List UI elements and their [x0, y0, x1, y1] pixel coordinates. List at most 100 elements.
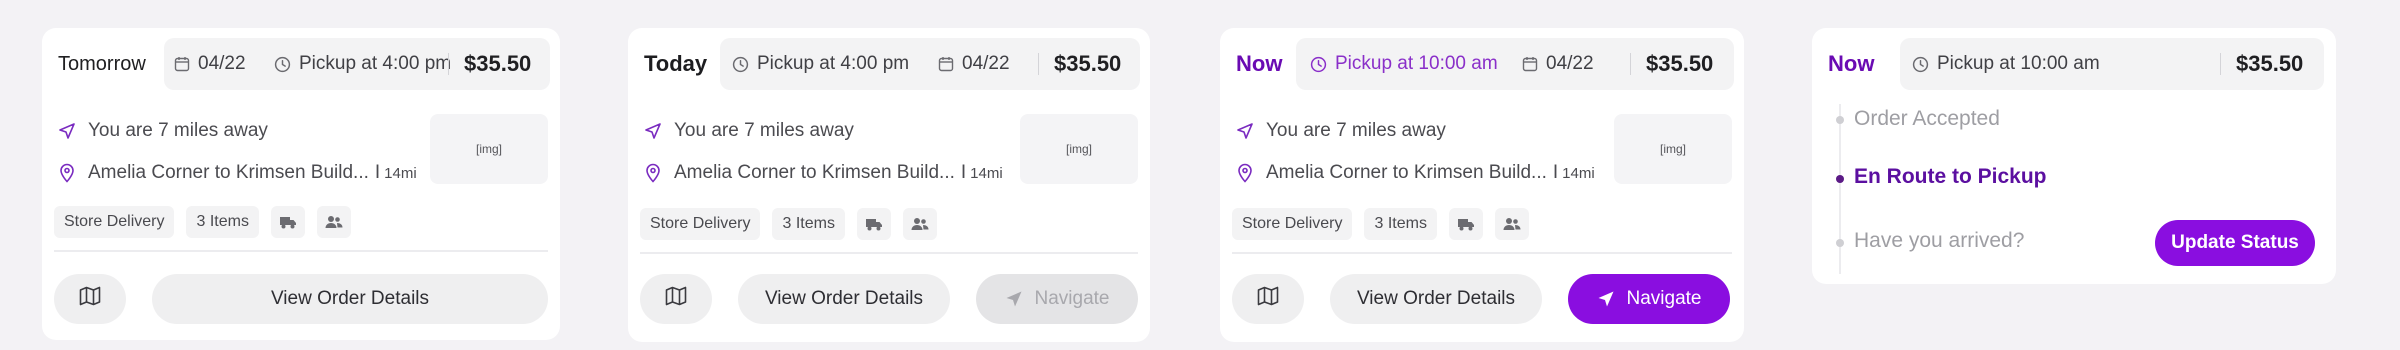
truck-icon — [270, 206, 305, 238]
location-pin-icon — [1236, 163, 1254, 183]
tag-row: Store Delivery 3 Items — [54, 206, 351, 238]
distance-text: You are 7 miles away — [88, 120, 268, 141]
order-card-tomorrow[interactable]: Tomorrow 04/22 Pickup at 4:00 pm $35.50 … — [42, 28, 560, 340]
step-en-route: En Route to Pickup — [1854, 165, 2047, 188]
route-row: Amelia Corner to Krimsen Build... I 14mi — [1236, 158, 1595, 188]
header-divider — [1038, 53, 1039, 75]
pickup-time-text: Pickup at 4:00 pm — [757, 53, 910, 74]
map-icon — [665, 286, 687, 312]
order-time-label: Now — [1828, 51, 1875, 76]
order-price: $35.50 — [464, 51, 532, 76]
step-have-you-arrived: Have you arrived? — [1854, 229, 2025, 252]
pickup-time-chip: Pickup at 4:00 pm — [732, 38, 909, 90]
pickup-time-text: Pickup at 10:00 am — [1937, 53, 2100, 74]
map-icon — [1257, 286, 1279, 312]
map-icon — [79, 286, 101, 312]
users-icon — [902, 208, 937, 240]
store-image: [img] — [1020, 114, 1138, 184]
pickup-time-chip: Pickup at 10:00 am — [1912, 38, 2100, 90]
route-distance: 14mi — [1562, 164, 1595, 182]
order-price: $35.50 — [1054, 51, 1122, 76]
header-divider — [2220, 53, 2221, 75]
order-status-card: Now Pickup at 10:00 am $35.50 Order Acce… — [1812, 28, 2336, 284]
view-order-details-button[interactable]: View Order Details — [1330, 274, 1542, 324]
navigate-button-label: Navigate — [1626, 288, 1702, 309]
update-status-button[interactable]: Update Status — [2155, 220, 2315, 266]
order-price: $35.50 — [1646, 51, 1714, 76]
pickup-time-text: Pickup at 4:00 pm — [299, 53, 452, 74]
route-separator: I — [374, 162, 381, 183]
header-divider — [448, 53, 449, 75]
route-distance: 14mi — [384, 164, 417, 182]
date-chip: 04/22 — [1522, 38, 1594, 90]
navigate-button-label: Navigate — [1034, 288, 1110, 309]
clock-icon — [1310, 56, 1327, 73]
navigate-arrow-icon — [1597, 290, 1615, 308]
distance-row: You are 7 miles away — [58, 116, 268, 146]
view-order-details-button[interactable]: View Order Details — [152, 274, 548, 324]
card-divider — [640, 252, 1138, 254]
order-card-today[interactable]: Today Pickup at 4:00 pm 04/22 $35.50 You… — [628, 28, 1150, 342]
calendar-icon — [174, 56, 190, 72]
navigate-arrow-icon — [1005, 290, 1023, 308]
view-order-details-button[interactable]: View Order Details — [738, 274, 950, 324]
store-image: [img] — [430, 114, 548, 184]
date-chip: 04/22 — [174, 38, 246, 90]
card-header: Now Pickup at 10:00 am $35.50 — [1822, 38, 2326, 90]
distance-row: You are 7 miles away — [1236, 116, 1446, 146]
pickup-time-chip: Pickup at 10:00 am — [1310, 38, 1498, 90]
pickup-time-text: Pickup at 10:00 am — [1335, 53, 1498, 74]
card-divider — [1232, 252, 1732, 254]
navigate-button[interactable]: Navigate — [976, 274, 1138, 324]
date-text: 04/22 — [962, 53, 1010, 74]
location-pin-icon — [644, 163, 662, 183]
pickup-time-chip: Pickup at 4:00 pm — [274, 38, 451, 90]
distance-text: You are 7 miles away — [674, 120, 854, 141]
clock-icon — [732, 56, 749, 73]
navigation-arrow-icon — [644, 122, 662, 140]
step-order-accepted: Order Accepted — [1854, 107, 2000, 130]
map-button[interactable] — [54, 274, 126, 324]
tag-store-delivery: Store Delivery — [54, 206, 175, 238]
truck-icon — [1448, 208, 1483, 240]
map-button[interactable] — [1232, 274, 1304, 324]
users-icon — [1494, 208, 1529, 240]
distance-text: You are 7 miles away — [1266, 120, 1446, 141]
store-image: [img] — [1614, 114, 1732, 184]
card-header: Today Pickup at 4:00 pm 04/22 $35.50 — [638, 38, 1140, 90]
tag-items: 3 Items — [186, 206, 259, 238]
calendar-icon — [938, 56, 954, 72]
header-divider — [1630, 53, 1631, 75]
timeline-dot-en-route — [1836, 175, 1844, 183]
date-text: 04/22 — [198, 53, 246, 74]
distance-row: You are 7 miles away — [644, 116, 854, 146]
tag-row: Store Delivery 3 Items — [640, 208, 937, 240]
status-timeline-line — [1839, 104, 1841, 274]
location-pin-icon — [58, 163, 76, 183]
users-icon — [316, 206, 351, 238]
calendar-icon — [1522, 56, 1538, 72]
order-card-now[interactable]: Now Pickup at 10:00 am 04/22 $35.50 You … — [1220, 28, 1744, 342]
card-divider — [54, 250, 548, 252]
order-price: $35.50 — [2236, 51, 2304, 76]
tag-store-delivery: Store Delivery — [1232, 208, 1353, 240]
navigation-arrow-icon — [58, 122, 76, 140]
tag-store-delivery: Store Delivery — [640, 208, 761, 240]
timeline-dot-accepted — [1836, 116, 1844, 124]
clock-icon — [274, 56, 291, 73]
route-row: Amelia Corner to Krimsen Build... I 14mi — [58, 158, 417, 188]
truck-icon — [856, 208, 891, 240]
map-button[interactable] — [640, 274, 712, 324]
order-time-label: Now — [1236, 51, 1283, 76]
route-distance: 14mi — [970, 164, 1003, 182]
route-row: Amelia Corner to Krimsen Build... I 14mi — [644, 158, 1003, 188]
order-time-label: Tomorrow — [58, 53, 146, 75]
tag-items: 3 Items — [1364, 208, 1437, 240]
navigate-button[interactable]: Navigate — [1568, 274, 1730, 324]
route-separator: I — [960, 162, 967, 183]
route-text: Amelia Corner to Krimsen Build... — [674, 162, 955, 183]
timeline-dot-arrived — [1836, 239, 1844, 247]
card-header: Tomorrow 04/22 Pickup at 4:00 pm $35.50 — [52, 38, 550, 90]
date-text: 04/22 — [1546, 53, 1594, 74]
tag-items: 3 Items — [772, 208, 845, 240]
